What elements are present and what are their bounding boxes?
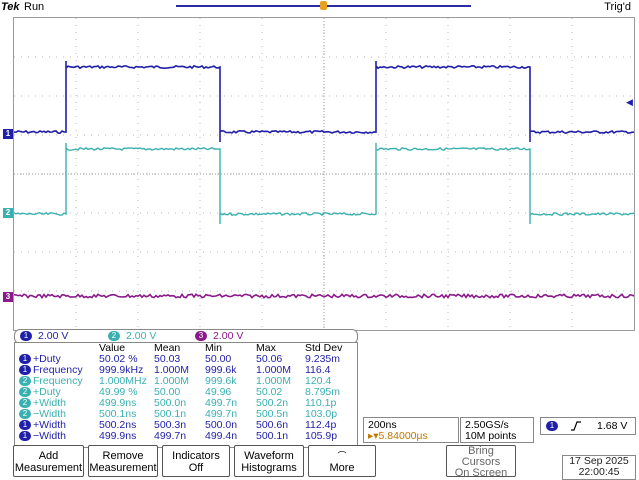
channel-badge: 2: [19, 387, 31, 398]
add-measurement-button[interactable]: Add Measurement: [13, 445, 84, 477]
bring-cursors-on-screen-button[interactable]: Bring Cursors On Screen: [446, 445, 516, 479]
softkey-label: Remove: [102, 450, 144, 462]
channel-badge: 1: [19, 365, 31, 376]
ch2-scale-value: 2.00 V: [126, 330, 157, 342]
ch1-ground-marker[interactable]: 1: [3, 129, 13, 139]
ch3-ground-marker[interactable]: 3: [3, 292, 13, 302]
channel-badge: 2: [19, 398, 31, 409]
record-length: 10M points: [465, 430, 517, 442]
channel-badge: 2: [19, 376, 31, 387]
softkey-label: Add: [38, 450, 59, 462]
softkey-label: Histograms: [241, 462, 297, 474]
measurement-std: 105.9p: [305, 430, 338, 442]
measurement-min: 499.4n: [205, 430, 238, 442]
acquisition-readout[interactable]: 2.50GS/s 10M points: [460, 417, 534, 443]
channel-badge: 1: [19, 431, 31, 442]
channel-badge: 1: [19, 354, 31, 365]
softkey-label: Off: [188, 462, 204, 474]
measurement-header-row: Value Mean Min Max Std Dev: [15, 343, 353, 354]
trigger-position-marker[interactable]: [320, 1, 327, 10]
waveform-display[interactable]: [13, 17, 635, 331]
measurement-label: −Width: [33, 430, 66, 442]
softkey-label: More: [329, 462, 355, 474]
run-state[interactable]: Run: [24, 1, 44, 13]
remove-measurement-button[interactable]: Remove Measurement: [88, 445, 158, 477]
date-time: 17 Sep 2025 22:00:45: [562, 455, 636, 480]
ch2-ground-marker[interactable]: 2: [3, 208, 13, 218]
ch3-badge: 3: [195, 331, 207, 342]
measurement-row[interactable]: 2 Frequency 1.000MHz 1.000M 999.6k 1.000M 120.…: [15, 376, 353, 387]
measurement-mean: 499.7n: [154, 430, 187, 442]
softkey-label: Measurement: [14, 462, 83, 474]
brand-logo: Tek: [1, 1, 20, 13]
ch1-badge: 1: [20, 331, 32, 342]
channel-badge: 2: [19, 409, 31, 420]
waveform-histograms-button[interactable]: Waveform Histograms: [234, 445, 304, 477]
status-bar: Tek Run Trig'd: [0, 0, 639, 16]
ch1-scale-value: 2.00 V: [38, 330, 69, 342]
measurement-row[interactable]: 1 −Width 499.9ns 499.7n 499.4n 500.1n 105.9p: [15, 431, 353, 442]
softkey-label: Indicators: [172, 450, 220, 462]
more-button[interactable]: ⌒ More: [308, 445, 376, 477]
softkey-label: Measurement: [89, 462, 157, 474]
trigger-source-badge: 1: [546, 421, 558, 431]
rising-edge-icon: [571, 421, 581, 431]
waveform-canvas: [14, 18, 634, 330]
time: 22:00:45: [578, 466, 620, 478]
horizontal-position: ▸▾5.84000µs: [368, 430, 428, 442]
channel-badge: 1: [19, 420, 31, 431]
indicators-off-button[interactable]: Indicators Off: [162, 445, 230, 477]
trigger-level-arrow-icon[interactable]: ◀: [626, 97, 633, 108]
measurement-name: 1 −Width: [15, 431, 99, 442]
trigger-state: Trig'd: [604, 1, 631, 13]
trigger-readout[interactable]: 1 1.68 V: [540, 417, 636, 435]
measurement-max: 500.1n: [256, 430, 289, 442]
softkey-bar: Add Measurement Remove Measurement Indic…: [0, 444, 639, 480]
softkey-label: On Screen: [454, 467, 508, 479]
more-arc-icon: ⌒: [337, 451, 347, 461]
measurement-table[interactable]: Value Mean Min Max Std Dev 1 +Duty 50.02 %…: [14, 342, 358, 448]
ch3-scale-value: 2.00 V: [213, 330, 244, 342]
softkey-label: Waveform: [244, 450, 294, 462]
timebase-readout[interactable]: 200ns ▸▾5.84000µs: [363, 417, 459, 443]
measurement-value: 499.9ns: [99, 430, 137, 442]
trigger-level: 1.68 V: [597, 420, 628, 432]
ch2-badge: 2: [108, 331, 120, 342]
